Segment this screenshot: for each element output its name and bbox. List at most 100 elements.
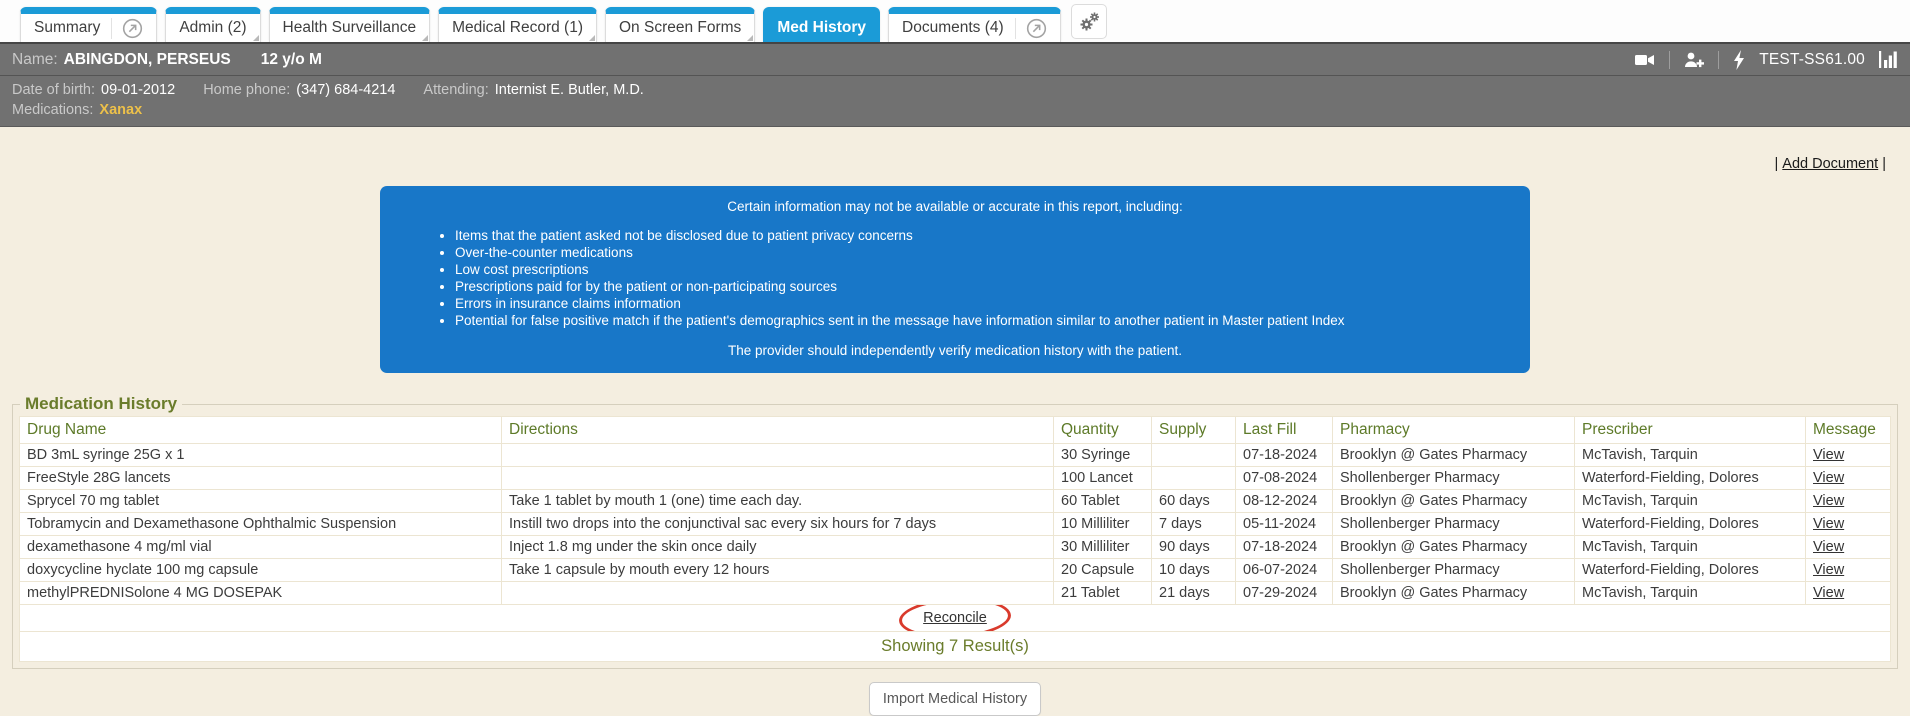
gear-icon bbox=[1078, 11, 1100, 33]
tab-medical-record-label: Medical Record (1) bbox=[452, 19, 583, 37]
circle-arrow-icon bbox=[1026, 18, 1047, 39]
tab-documents[interactable]: Documents (4) bbox=[888, 7, 1061, 42]
drug-name-cell: FreeStyle 28G lancets bbox=[20, 467, 502, 490]
view-link[interactable]: View bbox=[1813, 585, 1844, 601]
last-fill-cell: 07-29-2024 bbox=[1236, 582, 1333, 605]
lightning-bolt-icon[interactable] bbox=[1732, 50, 1746, 70]
add-document-row: |Add Document| bbox=[0, 156, 1910, 172]
table-row: methylPREDNISolone 4 MG DOSEPAK 21 Table… bbox=[20, 582, 1891, 605]
divider bbox=[1718, 51, 1719, 69]
last-fill-cell: 05-11-2024 bbox=[1236, 513, 1333, 536]
prescriber-cell: Waterford-Fielding, Dolores bbox=[1575, 559, 1806, 582]
last-fill-cell: 08-12-2024 bbox=[1236, 490, 1333, 513]
tab-summary[interactable]: Summary bbox=[20, 7, 157, 42]
message-cell: View bbox=[1806, 490, 1891, 513]
divider bbox=[1669, 51, 1670, 69]
import-medical-history-button[interactable]: Import Medical History bbox=[869, 682, 1041, 716]
directions-cell bbox=[502, 582, 1054, 605]
pharmacy-cell: Shollenberger Pharmacy bbox=[1333, 467, 1575, 490]
tab-medical-record[interactable]: Medical Record (1) bbox=[438, 7, 597, 42]
quantity-cell: 20 Capsule bbox=[1054, 559, 1152, 582]
pharmacy-cell: Shollenberger Pharmacy bbox=[1333, 559, 1575, 582]
pipe: | bbox=[1882, 156, 1886, 172]
quantity-cell: 100 Lancet bbox=[1054, 467, 1152, 490]
last-fill-cell: 07-08-2024 bbox=[1236, 467, 1333, 490]
col-directions[interactable]: Directions bbox=[502, 417, 1054, 444]
view-link[interactable]: View bbox=[1813, 470, 1844, 486]
results-count: Showing 7 Result(s) bbox=[20, 632, 1891, 662]
medications-value[interactable]: Xanax bbox=[99, 102, 142, 118]
video-camera-icon[interactable] bbox=[1634, 51, 1656, 69]
tab-admin[interactable]: Admin (2) bbox=[165, 7, 260, 42]
col-pharmacy[interactable]: Pharmacy bbox=[1333, 417, 1575, 444]
prescriber-cell: McTavish, Tarquin bbox=[1575, 444, 1806, 467]
view-link[interactable]: View bbox=[1813, 493, 1844, 509]
dob-value: 09-01-2012 bbox=[101, 82, 175, 98]
medication-history-table: Drug Name Directions Quantity Supply Las… bbox=[19, 416, 1891, 662]
notice-footer: The provider should independently verify… bbox=[410, 343, 1500, 358]
station-id: TEST-SS61.00 bbox=[1759, 51, 1865, 69]
col-supply[interactable]: Supply bbox=[1152, 417, 1236, 444]
details-row-1: Date of birth: 09-01-2012 Home phone: (3… bbox=[12, 82, 1898, 98]
drug-name-cell: Tobramycin and Dexamethasone Ophthalmic … bbox=[20, 513, 502, 536]
view-link[interactable]: View bbox=[1813, 447, 1844, 463]
view-link[interactable]: View bbox=[1813, 539, 1844, 555]
table-row: doxycycline hyclate 100 mg capsule Take … bbox=[20, 559, 1891, 582]
tab-med-history[interactable]: Med History bbox=[763, 7, 880, 42]
directions-cell: Instill two drops into the conjunctival … bbox=[502, 513, 1054, 536]
notice-bullet: Over-the-counter medications bbox=[455, 244, 1500, 261]
external-link-icon[interactable] bbox=[1015, 18, 1047, 39]
notice-heading: Certain information may not be available… bbox=[410, 199, 1500, 214]
details-row-2: Medications: Xanax bbox=[12, 102, 1898, 118]
prescriber-cell: McTavish, Tarquin bbox=[1575, 536, 1806, 559]
reconcile-row: Reconcile bbox=[20, 605, 1891, 632]
showing-row: Showing 7 Result(s) bbox=[20, 632, 1891, 662]
drug-name-cell: BD 3mL syringe 25G x 1 bbox=[20, 444, 502, 467]
col-last-fill[interactable]: Last Fill bbox=[1236, 417, 1333, 444]
tab-health-surveillance-label: Health Surveillance bbox=[283, 19, 417, 37]
col-message[interactable]: Message bbox=[1806, 417, 1891, 444]
bar-chart-icon[interactable] bbox=[1878, 50, 1898, 69]
drug-name-cell: Sprycel 70 mg tablet bbox=[20, 490, 502, 513]
import-row: Import Medical History bbox=[0, 682, 1910, 716]
pharmacy-cell: Shollenberger Pharmacy bbox=[1333, 513, 1575, 536]
tab-summary-label: Summary bbox=[34, 19, 100, 37]
message-cell: View bbox=[1806, 467, 1891, 490]
drug-name-cell: dexamethasone 4 mg/ml vial bbox=[20, 536, 502, 559]
message-cell: View bbox=[1806, 582, 1891, 605]
patient-banner: Name: ABINGDON, PERSEUS 12 y/o M TEST-SS… bbox=[0, 42, 1910, 76]
tab-health-surveillance[interactable]: Health Surveillance bbox=[269, 7, 431, 42]
view-link[interactable]: View bbox=[1813, 516, 1844, 532]
banner-toolbar: TEST-SS61.00 bbox=[1634, 50, 1898, 70]
pharmacy-cell: Brooklyn @ Gates Pharmacy bbox=[1333, 490, 1575, 513]
drug-name-cell: doxycycline hyclate 100 mg capsule bbox=[20, 559, 502, 582]
disclaimer-notice: Certain information may not be available… bbox=[380, 186, 1530, 373]
medication-history-section: Medication History Drug Name Directions … bbox=[12, 394, 1898, 669]
add-person-icon[interactable] bbox=[1683, 51, 1705, 69]
notice-bullet: Errors in insurance claims information bbox=[455, 295, 1500, 312]
quantity-cell: 21 Tablet bbox=[1054, 582, 1152, 605]
quantity-cell: 10 Milliliter bbox=[1054, 513, 1152, 536]
col-drug-name[interactable]: Drug Name bbox=[20, 417, 502, 444]
last-fill-cell: 07-18-2024 bbox=[1236, 444, 1333, 467]
add-document-link[interactable]: Add Document bbox=[1782, 156, 1878, 172]
table-header-row: Drug Name Directions Quantity Supply Las… bbox=[20, 417, 1891, 444]
settings-gear-button[interactable] bbox=[1071, 4, 1107, 39]
home-phone-label: Home phone: bbox=[203, 82, 290, 98]
col-quantity[interactable]: Quantity bbox=[1054, 417, 1152, 444]
attending-label: Attending: bbox=[423, 82, 488, 98]
quantity-cell: 30 Milliliter bbox=[1054, 536, 1152, 559]
supply-cell: 7 days bbox=[1152, 513, 1236, 536]
tab-med-history-label: Med History bbox=[777, 19, 866, 37]
prescriber-cell: Waterford-Fielding, Dolores bbox=[1575, 513, 1806, 536]
col-prescriber[interactable]: Prescriber bbox=[1575, 417, 1806, 444]
tab-on-screen-forms[interactable]: On Screen Forms bbox=[605, 7, 755, 42]
patient-age-sex: 12 y/o M bbox=[261, 51, 322, 69]
external-link-icon[interactable] bbox=[111, 18, 143, 39]
reconcile-link[interactable]: Reconcile bbox=[923, 610, 987, 626]
prescriber-cell: McTavish, Tarquin bbox=[1575, 490, 1806, 513]
view-link[interactable]: View bbox=[1813, 562, 1844, 578]
last-fill-cell: 07-18-2024 bbox=[1236, 536, 1333, 559]
home-phone-value: (347) 684-4214 bbox=[296, 82, 395, 98]
quantity-cell: 30 Syringe bbox=[1054, 444, 1152, 467]
